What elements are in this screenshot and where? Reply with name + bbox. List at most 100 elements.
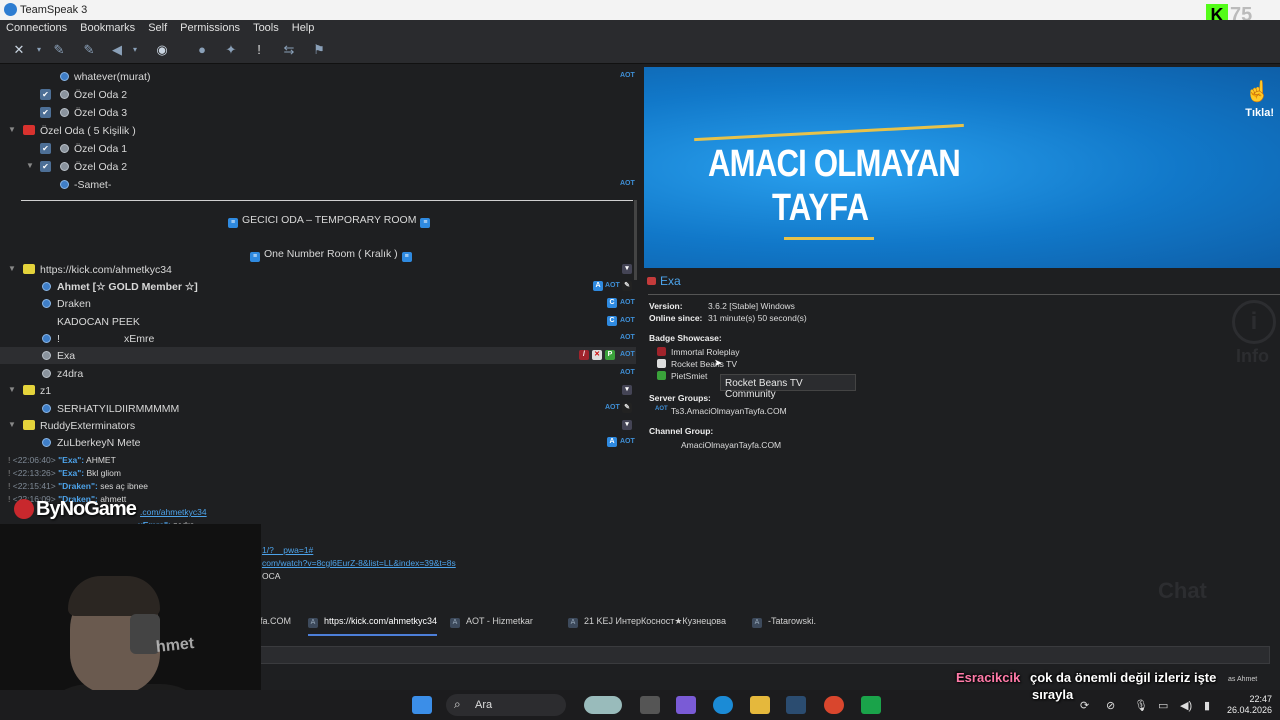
client-row[interactable]: ! xEmre AOT <box>0 330 636 347</box>
bynogame-text: ByNoGame <box>36 498 137 520</box>
channel-icon <box>23 420 35 430</box>
chat-sender[interactable]: "Exa": <box>58 455 84 465</box>
copilot-icon[interactable] <box>676 696 696 714</box>
chat-link[interactable]: com/watch?v=8cgl6EurZ-8&list=LL&index=39… <box>262 558 456 568</box>
dropdown-icon[interactable]: ▾ <box>30 42 48 58</box>
channel-row[interactable]: ▼ https://kick.com/ahmetkyc34 ▾ <box>0 261 636 278</box>
banner-accent <box>784 237 874 240</box>
client-row[interactable]: ZuLberkeyN Mete A AOT <box>0 434 636 451</box>
chat-tab[interactable]: A AOT - Hizmetkar <box>450 616 533 628</box>
channel-tree[interactable]: whatever(murat) AOT ✔ Özel Oda 2 ✔ Özel … <box>0 66 640 454</box>
channel-icon: ≡ <box>420 218 431 228</box>
chat-tab[interactable]: A 21 KEJ ИнтерКосност★Кузнецова <box>568 616 726 628</box>
menu-self[interactable]: Self <box>142 20 174 38</box>
tree-scrollbar[interactable] <box>634 200 637 280</box>
channel-row[interactable]: ✔ Özel Oda 1 <box>0 140 636 157</box>
client-row[interactable]: whatever(murat) AOT <box>0 68 636 85</box>
channel-row[interactable]: ▼ z1 ▾ <box>0 382 636 399</box>
chat-sender[interactable]: "Draken": <box>58 481 98 491</box>
collapse-arrow-icon[interactable]: ▼ <box>26 161 34 170</box>
edge-icon[interactable] <box>713 696 733 714</box>
client-row-selected[interactable]: Exa / ✕ P AOT <box>0 347 636 364</box>
channel-group-label: Channel Group: <box>649 426 714 436</box>
aot-tag: AOT <box>620 180 635 187</box>
channel-icon[interactable]: ⚑ <box>310 42 328 58</box>
client-row[interactable]: Draken C AOT <box>0 295 636 312</box>
badge-icon: ✎ <box>622 281 632 291</box>
channel-row[interactable]: ▼ RuddyExterminators ▾ <box>0 417 636 434</box>
speaker-icon <box>42 351 51 360</box>
spacer-row[interactable]: ≡ GECICI ODA – TEMPORARY ROOM ≡ <box>0 210 636 228</box>
move-icon[interactable]: ⇆ <box>280 42 298 58</box>
badge-item: PietSmiet <box>671 371 708 381</box>
channel-row[interactable]: ▼ ✔ Özel Oda 2 <box>0 158 636 175</box>
client-name: SERHATYILDIIRMMMMM <box>57 403 180 415</box>
file-explorer-icon[interactable] <box>750 696 770 714</box>
checkbox-icon: ✔ <box>40 107 51 118</box>
chat-input[interactable] <box>260 646 1270 664</box>
chat-tab[interactable]: fa.COM <box>260 616 291 626</box>
menu-permissions[interactable]: Permissions <box>174 20 247 38</box>
away-icon[interactable]: ✎ <box>50 42 68 58</box>
badge-item: Immortal Roleplay <box>671 347 740 357</box>
client-info-panel: Exa Version: 3.6.2 [Stable] Windows Onli… <box>644 268 1280 454</box>
poke-icon[interactable]: ! <box>250 42 268 58</box>
menu-bookmarks[interactable]: Bookmarks <box>74 20 142 38</box>
spacer-label: One Number Room ( Kralık ) <box>264 248 398 260</box>
teamspeak-logo-icon <box>4 3 17 16</box>
spacer-title: ≡ GECICI ODA – TEMPORARY ROOM ≡ <box>224 214 434 228</box>
windows-start-icon[interactable] <box>412 696 432 714</box>
mute-mic-icon[interactable]: ✎ <box>80 42 98 58</box>
menu-help[interactable]: Help <box>286 20 322 38</box>
taskbar-search[interactable]: ⌕ Ara <box>446 694 566 716</box>
server-banner[interactable]: AMACI OLMAYAN TAYFA ☝ Tıkla! <box>644 67 1280 268</box>
aot-tag: AOT <box>605 282 620 289</box>
collapse-arrow-icon[interactable]: ▼ <box>8 420 16 429</box>
teamspeak-task-icon[interactable] <box>786 696 806 714</box>
speaker-icon <box>60 72 69 81</box>
client-row[interactable]: Ahmet [☆ GOLD Member ☆] A AOT ✎ <box>0 278 636 295</box>
collapse-arrow-icon[interactable]: ▼ <box>8 264 16 273</box>
client-row[interactable]: z4dra AOT <box>0 365 636 382</box>
server-admin-icon: A <box>607 437 617 447</box>
chat-tab-active[interactable]: Ahttps://kick.com/ahmetkyc34 <box>308 616 438 636</box>
aot-tag: AOT <box>620 317 635 324</box>
banner-click-label: Tıkla! <box>1245 107 1274 119</box>
speaker-icon <box>60 90 69 99</box>
chat-sender[interactable]: "Exa": <box>58 468 84 478</box>
menu-tools[interactable]: Tools <box>247 20 286 38</box>
client-row[interactable]: -Samet- AOT <box>0 176 636 193</box>
subscribe-icon[interactable]: ◉ <box>153 42 171 58</box>
chat-tab[interactable]: A -Tatarowski. <box>752 616 816 628</box>
server-group-value: Ts3.AmaciOlmayanTayfa.COM <box>671 406 787 416</box>
tab-icon: A <box>450 618 460 628</box>
channel-icon <box>23 385 35 395</box>
collapse-arrow-icon[interactable]: ▼ <box>8 125 16 134</box>
dropdown-icon[interactable]: ▾ <box>126 42 144 58</box>
contacts-icon[interactable]: ● <box>193 42 211 58</box>
client-status-icon <box>647 277 656 285</box>
client-row[interactable]: SERHATYILDIIRMMMMM AOT ✎ <box>0 400 636 417</box>
channel-row[interactable]: ✔ Özel Oda 2 <box>0 86 636 103</box>
client-name: Draken <box>57 298 91 310</box>
client-row[interactable]: KADOCAN PEEK C AOT <box>0 313 636 330</box>
task-view-icon[interactable] <box>640 696 660 714</box>
badge-icon: P <box>605 350 615 360</box>
menu-connections[interactable]: Connections <box>0 20 74 38</box>
mute-speaker-icon[interactable]: ◀ <box>108 42 126 58</box>
disconnect-icon[interactable]: ✕ <box>10 42 28 58</box>
chat-link[interactable]: 1/?__pwa=1# <box>262 545 313 555</box>
chrome-icon[interactable] <box>824 696 844 714</box>
tab-icon: A <box>308 618 318 628</box>
channel-name: https://kick.com/ahmetkyc34 <box>40 264 172 276</box>
collapse-arrow-icon[interactable]: ▼ <box>8 385 16 394</box>
channel-row[interactable]: ▼ Özel Oda ( 5 Kişilik ) <box>0 122 636 139</box>
chat-link[interactable]: .com/ahmetkyc34 <box>140 507 207 517</box>
aot-tag: AOT <box>620 438 635 445</box>
whatsapp-icon[interactable] <box>861 696 881 714</box>
immortal-badge-icon <box>657 347 666 356</box>
channel-row[interactable]: ✔ Özel Oda 3 <box>0 104 636 121</box>
spacer-row[interactable]: ≡ One Number Room ( Kralık ) ≡ <box>0 244 636 262</box>
spacer-line <box>21 200 633 201</box>
whisper-icon[interactable]: ✦ <box>222 42 240 58</box>
